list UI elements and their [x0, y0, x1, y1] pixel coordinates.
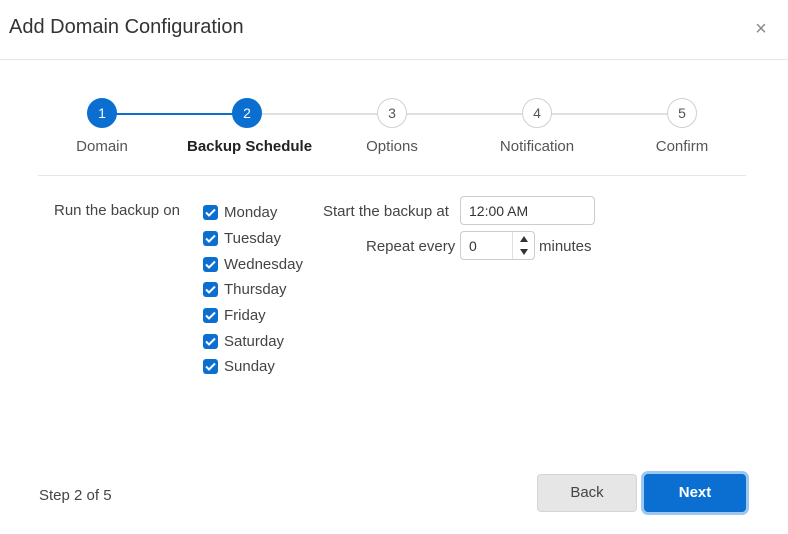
checkmark-icon	[205, 311, 216, 321]
checkmark-icon	[205, 286, 216, 295]
repeat-interval-label: Repeat every	[366, 238, 456, 255]
wizard-stepper: 1 Domain 2 Backup Schedule 3 Options 4 N…	[38, 98, 746, 176]
start-time-label: Start the backup at	[323, 203, 449, 220]
dialog-title: Add Domain Configuration	[9, 16, 244, 38]
repeat-unit-label: minutes	[539, 238, 592, 255]
step-label: Options	[366, 138, 418, 155]
day-option-monday: Monday	[203, 200, 303, 226]
step-backup-schedule[interactable]: 2 Backup Schedule	[187, 98, 313, 155]
day-checkbox[interactable]	[203, 231, 218, 247]
checkmark-icon	[205, 337, 216, 346]
step-number: 3	[377, 98, 407, 128]
step-label: Backup Schedule	[187, 138, 313, 155]
step-label: Confirm	[655, 138, 709, 155]
repeat-interval-input[interactable]	[461, 232, 511, 259]
day-checkbox[interactable]	[203, 308, 218, 324]
day-checkbox[interactable]	[203, 359, 218, 375]
step-number: 2	[232, 98, 262, 128]
step-options[interactable]: 3 Options	[332, 98, 452, 155]
day-label[interactable]: Friday	[224, 307, 266, 324]
run-backup-label: Run the backup on	[54, 202, 180, 219]
day-label[interactable]: Sunday	[224, 358, 275, 375]
close-icon[interactable]: ×	[748, 16, 774, 42]
step-number: 4	[522, 98, 552, 128]
day-option-friday: Friday	[203, 303, 303, 329]
add-domain-dialog: Add Domain Configuration × 1 Domain 2 Ba…	[0, 0, 788, 534]
checkmark-icon	[205, 260, 216, 269]
next-button[interactable]: Next	[644, 474, 746, 512]
day-checkbox[interactable]	[203, 205, 218, 221]
checkmark-icon	[205, 234, 216, 243]
step-counter: Step 2 of 5	[39, 487, 112, 504]
day-checkbox[interactable]	[203, 333, 218, 349]
step-confirm[interactable]: 5 Confirm	[622, 98, 742, 155]
day-label[interactable]: Thursday	[224, 281, 287, 298]
step-label: Domain	[76, 138, 128, 155]
dialog-header: Add Domain Configuration ×	[0, 0, 788, 60]
day-checkbox[interactable]	[203, 256, 218, 272]
day-label[interactable]: Monday	[224, 204, 277, 221]
day-label[interactable]: Wednesday	[224, 256, 303, 273]
step-number: 1	[87, 98, 117, 128]
checkmark-icon	[205, 363, 216, 372]
repeat-interval-stepper	[460, 231, 535, 260]
day-option-tuesday: Tuesday	[203, 226, 303, 252]
day-checkbox[interactable]	[203, 282, 218, 298]
checkmark-icon	[205, 209, 216, 218]
step-domain[interactable]: 1 Domain	[42, 98, 162, 155]
day-option-wednesday: Wednesday	[203, 251, 303, 277]
day-option-saturday: Saturday	[203, 328, 303, 354]
step-notification[interactable]: 4 Notification	[477, 98, 597, 155]
day-option-thursday: Thursday	[203, 277, 303, 303]
day-option-sunday: Sunday	[203, 354, 303, 380]
caret-down-icon[interactable]	[513, 246, 534, 260]
day-label[interactable]: Saturday	[224, 333, 284, 350]
start-time-input[interactable]	[460, 196, 595, 225]
step-label: Notification	[499, 138, 575, 155]
caret-up-icon[interactable]	[513, 232, 534, 246]
day-checkbox-list: Monday Tuesday Wednesday Thursday Friday…	[203, 200, 303, 380]
back-button[interactable]: Back	[537, 474, 637, 512]
stepper-buttons	[512, 232, 534, 259]
step-number: 5	[667, 98, 697, 128]
day-label[interactable]: Tuesday	[224, 230, 281, 247]
